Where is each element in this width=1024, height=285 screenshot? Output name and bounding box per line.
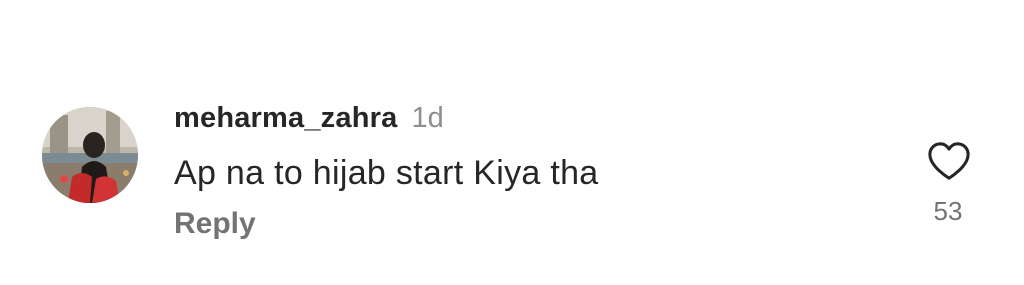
like-button[interactable]: [926, 140, 972, 182]
avatar[interactable]: [42, 107, 138, 203]
username[interactable]: meharma_zahra: [174, 102, 397, 135]
comment-item: meharma_zahra 1d Ap na to hijab start Ki…: [0, 0, 1024, 285]
reply-button[interactable]: Reply: [174, 207, 256, 241]
avatar-image: [42, 107, 138, 203]
heart-outline-icon: [928, 142, 970, 180]
like-count: 53: [933, 196, 963, 226]
timestamp: 1d: [411, 102, 444, 134]
comment-text: Ap na to hijab start Kiya tha: [174, 154, 599, 192]
comment-meta: meharma_zahra 1d: [174, 102, 444, 138]
